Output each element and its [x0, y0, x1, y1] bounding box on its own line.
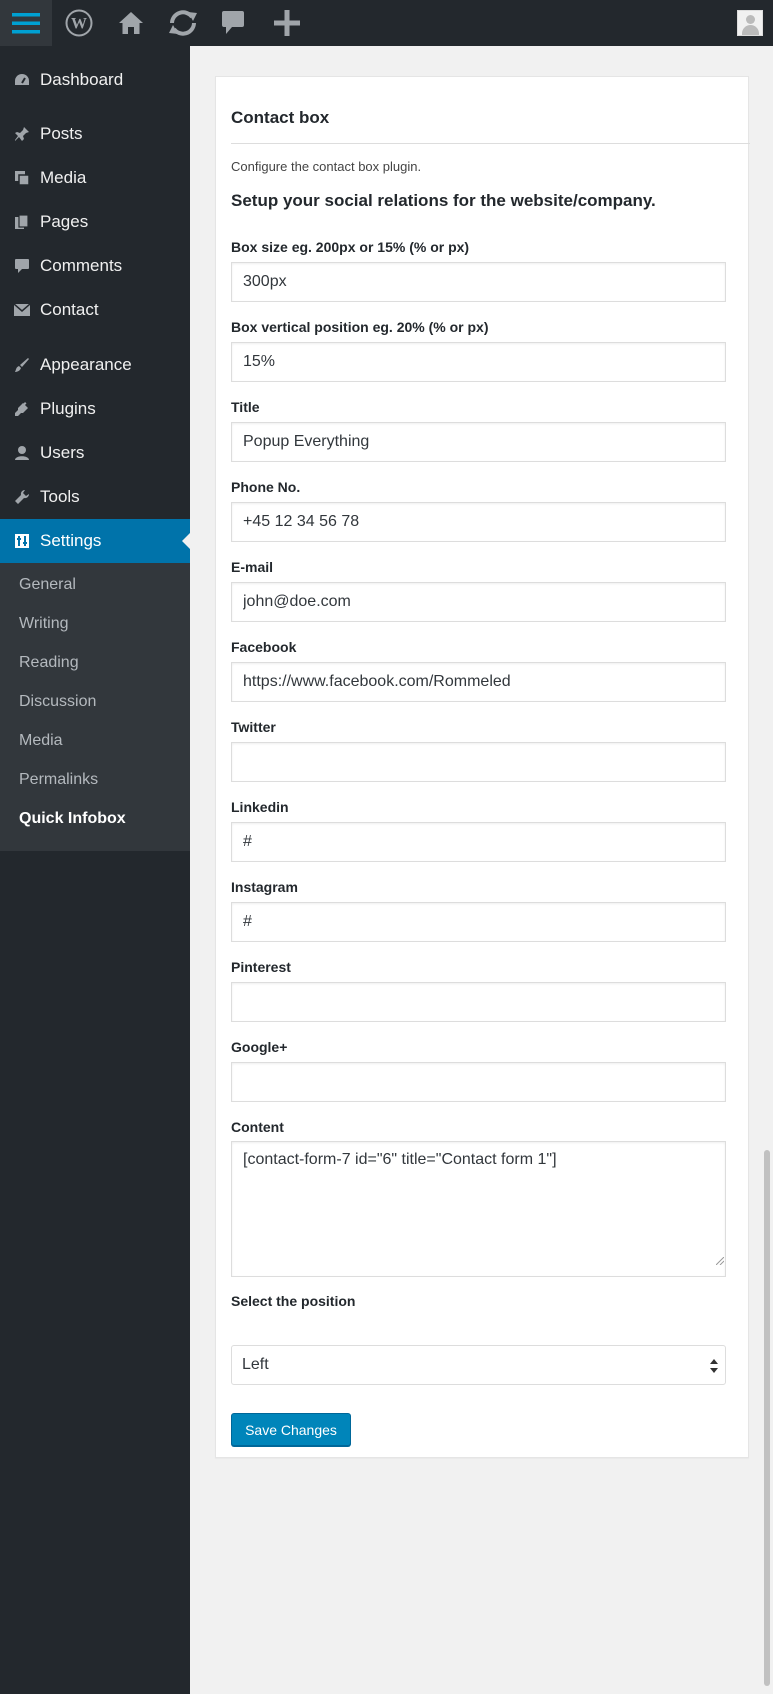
sidebar-item-plugins[interactable]: Plugins: [0, 387, 190, 431]
google-plus-label: Google+: [231, 1039, 288, 1055]
sidebar-item-pages[interactable]: Pages: [0, 200, 190, 244]
sidebar-item-label: Plugins: [40, 399, 96, 418]
title-label: Title: [231, 399, 260, 415]
user-account-button[interactable]: [730, 0, 770, 46]
linkedin-label: Linkedin: [231, 799, 289, 815]
position-label: Select the position: [231, 1293, 356, 1309]
mail-icon: [13, 302, 31, 318]
position-select[interactable]: Left: [231, 1345, 726, 1385]
email-input[interactable]: [231, 582, 726, 622]
submenu-item-general[interactable]: General: [19, 576, 76, 594]
plug-icon: [13, 401, 31, 417]
sidebar-item-comments[interactable]: Comments: [0, 244, 190, 288]
email-label: E-mail: [231, 559, 274, 575]
wordpress-menu-button[interactable]: W: [56, 0, 102, 46]
settings-submenu: General Writing Reading Discussion Media…: [0, 563, 190, 851]
card-title: Contact box: [231, 108, 330, 127]
sidebar-item-settings[interactable]: Settings: [0, 519, 190, 563]
submenu-item-media[interactable]: Media: [19, 732, 63, 750]
submenu-item-quick-infobox[interactable]: Quick Infobox: [19, 810, 126, 828]
pages-icon: [13, 214, 31, 230]
submenu-item-permalinks[interactable]: Permalinks: [19, 771, 98, 789]
submenu-item-discussion[interactable]: Discussion: [19, 693, 96, 711]
card-description: Configure the contact box plugin.: [231, 159, 422, 174]
sidebar-item-posts[interactable]: Posts: [0, 112, 190, 156]
menu-toggle-button[interactable]: [0, 0, 52, 46]
updates-icon: [169, 10, 197, 36]
pin-icon: [13, 126, 31, 142]
box-position-label: Box vertical position eg. 20% (% or px): [231, 319, 489, 335]
sidebar-item-media[interactable]: Media: [0, 156, 190, 200]
box-size-input[interactable]: [231, 262, 726, 302]
save-changes-button[interactable]: Save Changes: [231, 1413, 351, 1446]
position-select-value: Left: [242, 1356, 269, 1373]
facebook-input[interactable]: [231, 662, 726, 702]
user-icon: [13, 445, 31, 461]
instagram-input[interactable]: [231, 902, 726, 942]
settings-card: Contact box Configure the contact box pl…: [215, 76, 750, 1458]
sidebar-item-label: Comments: [40, 256, 123, 275]
section-heading: Setup your social relations for the webs…: [231, 191, 656, 210]
twitter-input[interactable]: [231, 742, 726, 782]
sidebar-item-appearance[interactable]: Appearance: [0, 343, 190, 387]
sidebar-item-label: Tools: [40, 487, 80, 506]
sidebar-item-label: Posts: [40, 124, 83, 143]
pinterest-input[interactable]: [231, 982, 726, 1022]
admin-sidebar: Dashboard Posts Media Pages Comments Con…: [0, 46, 190, 1694]
comments-button[interactable]: [210, 0, 256, 46]
phone-label: Phone No.: [231, 479, 301, 495]
settings-icon: [13, 533, 31, 549]
sidebar-item-label: Pages: [40, 212, 89, 231]
linkedin-input[interactable]: [231, 822, 726, 862]
title-input[interactable]: [231, 422, 726, 462]
submenu-item-writing[interactable]: Writing: [19, 615, 69, 633]
plus-icon: [274, 10, 300, 36]
resize-handle-icon[interactable]: [716, 1257, 724, 1265]
sidebar-item-label: Appearance: [40, 355, 132, 374]
box-size-label: Box size eg. 200px or 15% (% or px): [231, 239, 470, 255]
updates-button[interactable]: [158, 0, 208, 46]
sidebar-item-tools[interactable]: Tools: [0, 475, 190, 519]
sidebar-item-label: Contact: [40, 300, 99, 319]
sidebar-item-contact[interactable]: Contact: [0, 288, 190, 332]
sidebar-item-label: Media: [40, 168, 87, 187]
scrollbar[interactable]: [764, 1150, 770, 1686]
avatar: [737, 10, 763, 36]
media-icon: [13, 170, 31, 186]
select-arrows-icon: [710, 1359, 718, 1373]
phone-input[interactable]: [231, 502, 726, 542]
svg-text:W: W: [71, 16, 87, 33]
wrench-icon: [13, 489, 31, 505]
comments-icon: [222, 11, 244, 34]
new-content-button[interactable]: [264, 0, 310, 46]
instagram-label: Instagram: [231, 879, 298, 895]
sidebar-item-label: Users: [40, 443, 85, 462]
sidebar-item-label: Dashboard: [40, 70, 124, 89]
box-position-input[interactable]: [231, 342, 726, 382]
main-content: Contact box Configure the contact box pl…: [190, 46, 773, 1694]
divider: [231, 143, 750, 144]
sidebar-item-dashboard[interactable]: Dashboard: [0, 58, 190, 102]
dashboard-icon: [13, 72, 31, 88]
brush-icon: [13, 357, 31, 373]
google-plus-input[interactable]: [231, 1062, 726, 1102]
sidebar-item-label: Settings: [40, 531, 102, 550]
home-icon: [119, 12, 143, 34]
content-textarea[interactable]: [contact-form-7 id="6" title="Contact fo…: [231, 1141, 726, 1277]
admin-bar: W: [0, 0, 773, 46]
content-label: Content: [231, 1119, 284, 1135]
sidebar-item-users[interactable]: Users: [0, 431, 190, 475]
menu-icon: [12, 13, 40, 34]
submenu-item-reading[interactable]: Reading: [19, 654, 79, 672]
pinterest-label: Pinterest: [231, 959, 291, 975]
site-home-button[interactable]: [108, 0, 154, 46]
comment-icon: [13, 258, 31, 274]
twitter-label: Twitter: [231, 719, 276, 735]
wordpress-logo-icon: W: [65, 9, 93, 37]
facebook-label: Facebook: [231, 639, 297, 655]
